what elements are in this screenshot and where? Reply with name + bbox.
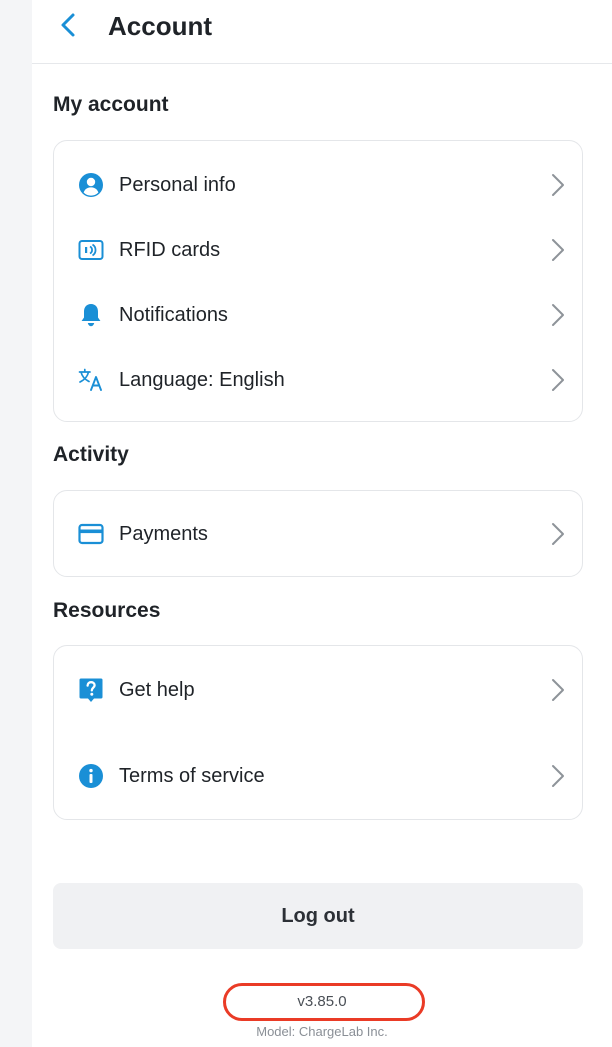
- menu-item-label: Get help: [119, 679, 195, 701]
- credit-card-icon: [78, 521, 104, 547]
- menu-item-terms-of-service[interactable]: Terms of service: [54, 750, 582, 802]
- user-circle-icon: [78, 172, 104, 198]
- help-icon: [78, 677, 104, 703]
- account-screen: Account My account Personal info RFID ca…: [0, 0, 612, 1047]
- chevron-right-icon: [548, 303, 568, 327]
- chevron-right-icon: [548, 764, 568, 788]
- section-title-my-account: My account: [53, 93, 169, 116]
- rfid-card-icon: [78, 237, 104, 263]
- page-title: Account: [108, 11, 212, 41]
- menu-item-get-help[interactable]: Get help: [54, 664, 582, 716]
- menu-item-label: Language: English: [119, 369, 285, 391]
- my-account-card: Personal info RFID cards Notifications L…: [53, 140, 583, 422]
- chevron-left-icon: [61, 13, 75, 37]
- bell-icon: [78, 302, 104, 328]
- menu-item-notifications[interactable]: Notifications: [54, 289, 582, 341]
- menu-item-label: Personal info: [119, 174, 236, 196]
- content-area: Account My account Personal info RFID ca…: [32, 0, 612, 1047]
- info-icon: [78, 763, 104, 789]
- chevron-right-icon: [548, 173, 568, 197]
- translate-icon: [78, 367, 104, 393]
- back-button[interactable]: [54, 11, 82, 39]
- menu-item-rfid-cards[interactable]: RFID cards: [54, 224, 582, 276]
- section-title-resources: Resources: [53, 599, 161, 622]
- menu-item-personal-info[interactable]: Personal info: [54, 159, 582, 211]
- menu-item-label: Notifications: [119, 304, 228, 326]
- logout-button[interactable]: Log out: [53, 883, 583, 949]
- menu-item-label: RFID cards: [119, 239, 221, 261]
- menu-item-label: Payments: [119, 523, 208, 545]
- chevron-right-icon: [548, 522, 568, 546]
- model-label: Model: ChargeLab Inc.: [256, 1024, 388, 1039]
- menu-item-payments[interactable]: Payments: [54, 508, 582, 560]
- chevron-right-icon: [548, 368, 568, 392]
- chevron-right-icon: [548, 678, 568, 702]
- left-rail: [0, 0, 32, 1047]
- chevron-right-icon: [548, 238, 568, 262]
- menu-item-label: Terms of service: [119, 765, 265, 787]
- app-version: v3.85.0: [297, 993, 347, 1010]
- resources-card: Get help Terms of service: [53, 645, 583, 820]
- menu-item-language[interactable]: Language: English: [54, 354, 582, 406]
- header-bar: Account: [32, 0, 612, 64]
- section-title-activity: Activity: [53, 443, 129, 466]
- activity-card: Payments: [53, 490, 583, 577]
